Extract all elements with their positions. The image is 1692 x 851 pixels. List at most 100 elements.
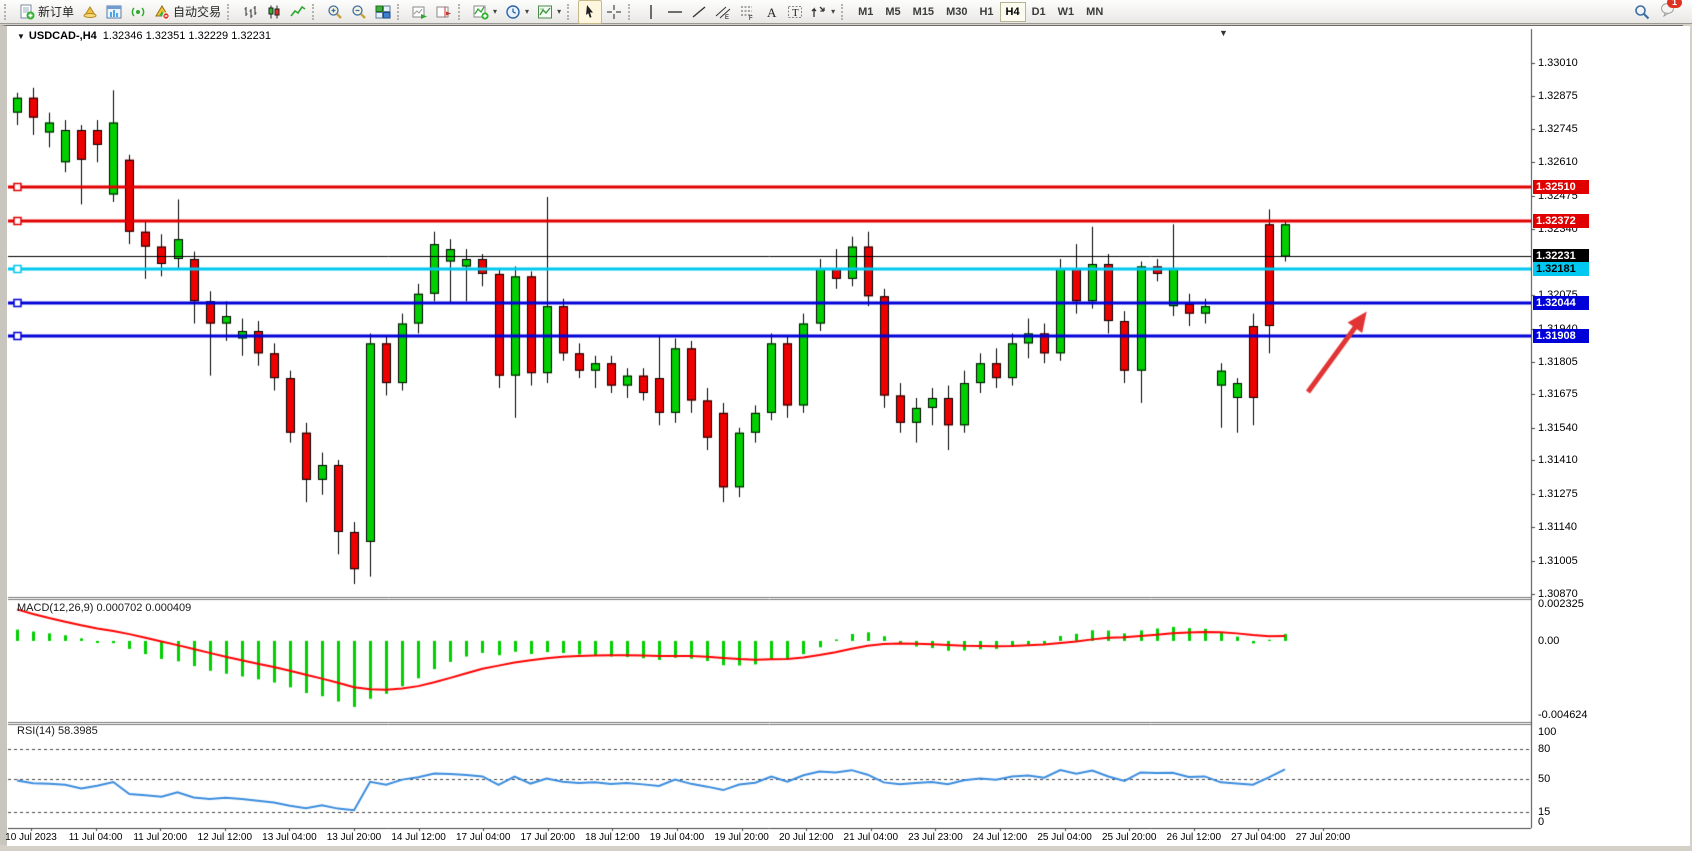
chart-candles-icon	[266, 4, 282, 20]
auto-scroll-icon	[412, 4, 428, 20]
macd-axis-tick: -0.004624	[1538, 709, 1588, 721]
arrows-button[interactable]: ▾	[807, 0, 839, 24]
price-axis-tick: 1.31005	[1538, 555, 1578, 567]
rsi-axis-tick: 0	[1538, 816, 1544, 828]
timeframe-m5-button[interactable]: M5	[879, 2, 906, 22]
channel-button[interactable]: E	[711, 0, 735, 24]
time-axis-label: 25 Jul 20:00	[1102, 832, 1157, 843]
autotrade-button[interactable]: 自动交易	[150, 0, 225, 24]
price-axis-tick: 1.31410	[1538, 454, 1578, 466]
price-axis-tick: 1.32610	[1538, 156, 1578, 168]
symbol-period-label: USDCAD-,H4	[29, 30, 97, 42]
trendline-button[interactable]	[687, 0, 711, 24]
price-axis-tick: 1.31540	[1538, 422, 1578, 434]
zoom-out-button[interactable]	[347, 0, 371, 24]
rsi-axis-tick: 50	[1538, 773, 1550, 785]
chart-canvas[interactable]	[7, 26, 1690, 846]
template-button[interactable]: ▾	[533, 0, 565, 24]
notifications-button[interactable]: 1	[1660, 1, 1676, 22]
toolbar-grip[interactable]	[841, 4, 848, 20]
time-axis-label: 12 Jul 12:00	[198, 832, 253, 843]
label-t-button[interactable]: T	[783, 0, 807, 24]
zoom-in-button[interactable]	[323, 0, 347, 24]
chart-line-icon	[290, 4, 306, 20]
text-a-icon: A	[763, 4, 779, 20]
price-axis-tick: 1.31140	[1538, 521, 1577, 533]
timeframe-mn-button[interactable]: MN	[1080, 2, 1109, 22]
chevron-down-icon[interactable]: ▾	[525, 7, 529, 16]
time-axis-label: 17 Jul 04:00	[456, 832, 511, 843]
chart-window[interactable]: ▼ USDCAD-,H4 1.32346 1.32351 1.32229 1.322…	[0, 25, 1683, 845]
period-button[interactable]: ▾	[501, 0, 533, 24]
chevron-down-icon[interactable]: ▾	[557, 7, 561, 16]
timeframe-d1-button[interactable]: D1	[1026, 2, 1052, 22]
hline-button[interactable]	[663, 0, 687, 24]
time-axis-label: 20 Jul 12:00	[779, 832, 834, 843]
time-axis-label: 27 Jul 20:00	[1296, 832, 1351, 843]
toolbar-grip[interactable]	[4, 4, 11, 20]
auto-scroll-button[interactable]	[408, 0, 432, 24]
template-icon	[537, 4, 553, 20]
time-axis-label: 11 Jul 04:00	[69, 832, 123, 843]
chevron-down-icon[interactable]: ▾	[831, 7, 835, 16]
price-badge: 1.31908	[1533, 329, 1589, 343]
timeframe-h4-button[interactable]: H4	[1000, 2, 1026, 22]
timeframe-w1-button[interactable]: W1	[1052, 2, 1081, 22]
price-axis-tick: 1.31805	[1538, 356, 1578, 368]
time-axis-label: 14 Jul 12:00	[391, 832, 446, 843]
fibo-button[interactable]: F	[735, 0, 759, 24]
price-axis-tick: 1.32875	[1538, 90, 1578, 102]
indicators-icon	[473, 4, 489, 20]
mt4-application: 新订单 自动交易 ▾ ▾ ▾ E FA T ▾ M1M5M15M30H1H4D1W1MN 1 ▼ US…	[0, 0, 1692, 851]
timeframe-m1-button[interactable]: M1	[852, 2, 879, 22]
chart-line-button[interactable]	[286, 0, 310, 24]
tile-windows-button[interactable]	[371, 0, 395, 24]
macd-label: MACD(12,26,9) 0.000702 0.000409	[17, 602, 191, 614]
chart-shift-button[interactable]	[432, 0, 456, 24]
toolbar-grip[interactable]	[628, 4, 635, 20]
new-chart-window-icon	[106, 4, 122, 20]
new-order-button[interactable]: 新订单	[15, 0, 78, 24]
chart-bars-button[interactable]	[238, 0, 262, 24]
rsi-label: RSI(14) 58.3985	[17, 725, 98, 737]
chart-candles-button[interactable]	[262, 0, 286, 24]
timeframe-m30-button[interactable]: M30	[940, 2, 973, 22]
text-a-button[interactable]: A	[759, 0, 783, 24]
crosshair-button[interactable]	[602, 0, 626, 24]
search-icon[interactable]	[1634, 4, 1650, 20]
toolbar-grip[interactable]	[458, 4, 465, 20]
timeframe-h1-button[interactable]: H1	[973, 2, 999, 22]
toolbar-grip[interactable]	[397, 4, 404, 20]
price-badge: 1.32181	[1533, 262, 1589, 276]
chart-shift-marker: ▼	[1219, 28, 1228, 38]
toolbar-grip[interactable]	[567, 4, 574, 20]
vline-icon	[643, 4, 659, 20]
zoom-out-icon	[351, 4, 367, 20]
svg-text:E: E	[725, 15, 729, 20]
signal-icon	[130, 4, 146, 20]
toolbar-grip[interactable]	[312, 4, 319, 20]
chevron-down-icon[interactable]: ▾	[493, 7, 497, 16]
styler-hat-button[interactable]	[78, 0, 102, 24]
ohlc-values: 1.32346 1.32351 1.32229 1.32231	[103, 30, 271, 42]
label-t-icon: T	[787, 4, 803, 20]
cursor-icon	[582, 4, 598, 20]
toolbar-grip[interactable]	[227, 4, 234, 20]
signal-button[interactable]	[126, 0, 150, 24]
chevron-down-icon[interactable]: ▼	[17, 32, 25, 41]
time-axis-label: 27 Jul 04:00	[1231, 832, 1286, 843]
vline-button[interactable]	[639, 0, 663, 24]
macd-axis-tick: 0.002325	[1538, 598, 1584, 610]
price-axis-tick: 1.32745	[1538, 123, 1578, 135]
indicators-button[interactable]: ▾	[469, 0, 501, 24]
timeframe-m15-button[interactable]: M15	[907, 2, 940, 22]
svg-text:T: T	[792, 7, 799, 19]
time-axis-label: 13 Jul 04:00	[262, 832, 317, 843]
cursor-button[interactable]	[578, 0, 602, 24]
zoom-in-icon	[327, 4, 343, 20]
crosshair-icon	[606, 4, 622, 20]
main-toolbar: 新订单 自动交易 ▾ ▾ ▾ E FA T ▾ M1M5M15M30H1H4D1W1MN 1	[0, 0, 1692, 24]
chart-title: ▼ USDCAD-,H4 1.32346 1.32351 1.32229 1.322…	[17, 30, 271, 42]
new-chart-window-button[interactable]	[102, 0, 126, 24]
time-axis-label: 21 Jul 04:00	[844, 832, 899, 843]
